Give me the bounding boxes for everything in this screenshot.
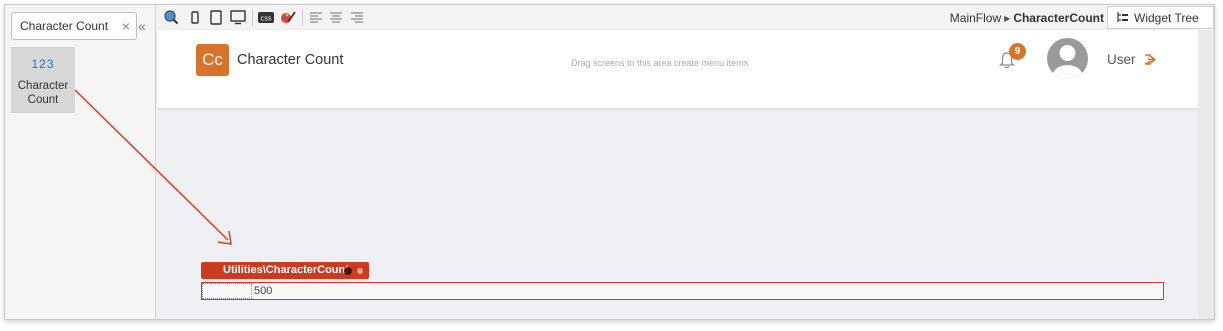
align-left-icon[interactable] <box>308 10 324 25</box>
tile-label: Character Count <box>11 79 75 107</box>
character-count-widget[interactable]: 500 <box>201 282 1164 300</box>
search-value: Character Count <box>20 19 109 33</box>
breadcrumb-screen: CharacterCount <box>1013 11 1104 25</box>
menu-drop-hint[interactable]: Drag screens to this area create menu it… <box>571 58 748 68</box>
widget-tree-label: Widget Tree <box>1134 10 1199 25</box>
widget-value: 500 <box>254 285 273 297</box>
tile-number: 123 <box>31 57 55 71</box>
align-right-icon[interactable] <box>349 10 365 25</box>
clear-search-icon[interactable]: × <box>122 18 130 34</box>
tree-icon <box>1117 12 1128 22</box>
tile-label-text: Character Count <box>17 80 69 106</box>
search-input[interactable]: Character Count × <box>11 12 137 40</box>
user-silhouette-icon <box>1052 45 1083 79</box>
app-logo[interactable]: Cc <box>196 44 229 76</box>
toolbar-divider <box>252 9 253 26</box>
app-header: Cc Character Count Drag screens to this … <box>157 30 1198 108</box>
widget-status-icon <box>357 268 363 274</box>
avatar[interactable] <box>1047 38 1088 79</box>
left-panel: Character Count × « 123 Character Count <box>5 5 156 319</box>
tablet-icon[interactable] <box>208 10 224 25</box>
breadcrumb: MainFlow ▶ CharacterCount <box>950 11 1104 25</box>
logout-icon[interactable] <box>1144 54 1156 65</box>
app-title: Character Count <box>237 52 344 68</box>
screen-tile[interactable]: 123 Character Count <box>11 47 75 113</box>
screen-canvas[interactable]: Cc Character Count Drag screens to this … <box>157 30 1198 319</box>
toolbar: css MainFlow ▶ CharacterCount Widget Tree <box>157 5 1214 30</box>
collapse-panel-icon[interactable]: « <box>138 18 146 34</box>
widget-placeholder[interactable] <box>202 283 252 299</box>
widget-tag-label: Utilities\CharacterCount <box>223 264 349 276</box>
svg-text:css: css <box>260 15 271 23</box>
breadcrumb-separator-icon: ▶ <box>1004 14 1011 23</box>
css-icon[interactable]: css <box>258 10 274 25</box>
widget-tree-button[interactable]: Widget Tree <box>1107 6 1214 29</box>
user-name[interactable]: User <box>1107 52 1136 67</box>
vertical-scrollbar[interactable] <box>1198 30 1214 319</box>
preview-icon[interactable] <box>163 10 179 25</box>
breadcrumb-flow[interactable]: MainFlow <box>950 11 1001 25</box>
theme-icon[interactable] <box>280 10 296 25</box>
toolbar-divider <box>302 9 303 26</box>
align-center-icon[interactable] <box>328 10 344 25</box>
widget-tag[interactable]: Utilities\CharacterCount <box>201 262 369 279</box>
phone-icon[interactable] <box>187 10 203 25</box>
widget-options-icon[interactable] <box>344 267 352 275</box>
editor-window: Character Count × « 123 Character Count <box>4 4 1215 320</box>
notification-badge: 9 <box>1009 43 1026 60</box>
desktop-icon[interactable] <box>230 10 246 25</box>
